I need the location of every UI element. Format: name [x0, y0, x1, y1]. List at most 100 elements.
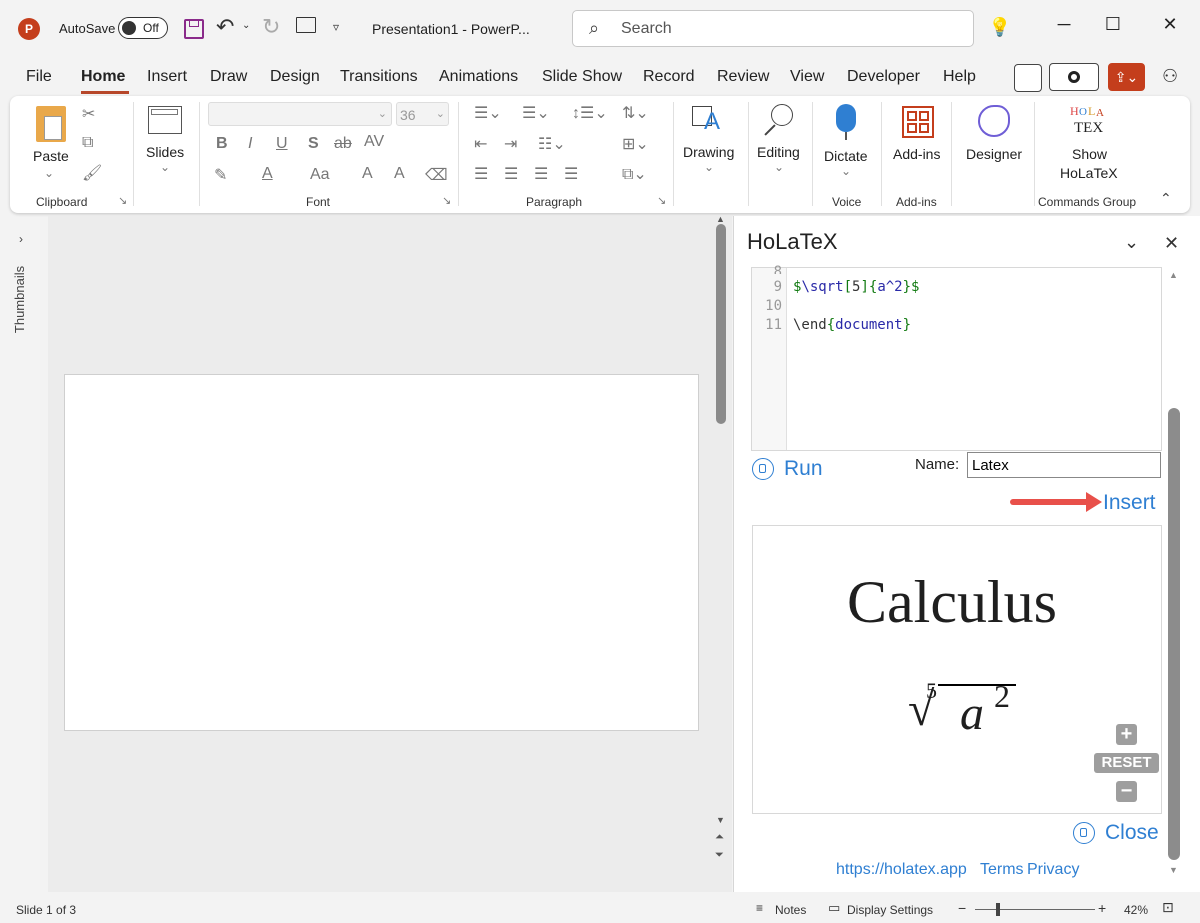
- close-window-button[interactable]: ✕: [1150, 14, 1190, 35]
- undo-dropdown-icon[interactable]: ⌄: [242, 20, 250, 31]
- menu-animations[interactable]: Animations: [439, 68, 518, 86]
- cut-icon[interactable]: ✂: [82, 104, 95, 124]
- undo-icon[interactable]: ↶: [216, 14, 234, 40]
- display-settings-button[interactable]: Display Settings: [847, 903, 933, 917]
- italic-button[interactable]: I: [248, 135, 252, 153]
- clipboard-launcher-icon[interactable]: ↘: [118, 194, 127, 207]
- zoom-in-button[interactable]: +: [1116, 724, 1137, 745]
- comments-icon[interactable]: [1014, 64, 1042, 92]
- autosave-toggle[interactable]: Off: [118, 17, 168, 39]
- paste-dropdown-icon[interactable]: ⌄: [44, 166, 54, 180]
- font-size-combo[interactable]: 36 ⌄: [396, 102, 449, 126]
- show-holatex-line2[interactable]: HoLaTeX: [1060, 165, 1118, 181]
- copy-icon[interactable]: ⧉: [82, 134, 93, 152]
- holatex-website-link[interactable]: https://holatex.app: [836, 861, 967, 879]
- shadow-button[interactable]: S: [308, 135, 319, 153]
- justify-icon[interactable]: ☰: [564, 164, 578, 184]
- menu-review[interactable]: Review: [717, 68, 769, 86]
- notes-button[interactable]: Notes: [775, 903, 806, 917]
- dictate-button[interactable]: Dictate: [824, 148, 868, 164]
- zoom-out-button[interactable]: −: [1116, 781, 1137, 802]
- pane-scrollbar-thumb[interactable]: [1168, 408, 1180, 860]
- privacy-link[interactable]: Privacy: [1027, 861, 1079, 879]
- drawing-button[interactable]: Drawing: [683, 144, 734, 160]
- menu-record[interactable]: Record: [643, 68, 695, 86]
- increase-indent-icon[interactable]: ⇥: [504, 134, 517, 154]
- numbering-icon[interactable]: ☰⌄: [522, 103, 550, 123]
- menu-file[interactable]: File: [26, 68, 52, 86]
- collapse-ribbon-icon[interactable]: ⌃: [1160, 190, 1172, 207]
- reset-button[interactable]: RESET: [1094, 753, 1159, 773]
- pane-close-icon[interactable]: ✕: [1164, 233, 1179, 254]
- menu-home[interactable]: Home: [81, 68, 125, 86]
- editing-icon[interactable]: [762, 104, 796, 138]
- name-input[interactable]: [967, 452, 1161, 478]
- highlight-icon[interactable]: ✎: [214, 165, 227, 185]
- code-line-9[interactable]: $\sqrt[5]{a^2}$: [793, 279, 919, 295]
- addins-button[interactable]: Add-ins: [893, 146, 940, 162]
- close-button[interactable]: Close: [1105, 821, 1159, 845]
- editor-scroll-up-icon[interactable]: ▲: [1169, 270, 1178, 280]
- font-launcher-icon[interactable]: ↘: [442, 194, 451, 207]
- present-icon[interactable]: [296, 17, 316, 33]
- scroll-down-icon[interactable]: ▼: [716, 815, 725, 825]
- align-center-icon[interactable]: ☰: [504, 164, 518, 184]
- code-line-11[interactable]: \end{document}: [793, 317, 911, 333]
- maximize-button[interactable]: ☐: [1093, 14, 1133, 35]
- font-color-button[interactable]: A: [262, 165, 273, 183]
- paste-icon[interactable]: [36, 106, 66, 142]
- addins-icon[interactable]: [902, 106, 934, 138]
- editing-dropdown-icon[interactable]: ⌄: [774, 160, 784, 174]
- menu-insert[interactable]: Insert: [147, 68, 187, 86]
- fit-to-window-icon[interactable]: ⊡: [1162, 899, 1174, 916]
- menu-transitions[interactable]: Transitions: [340, 68, 418, 86]
- search-box[interactable]: ⌕ Search: [572, 10, 974, 47]
- menu-developer[interactable]: Developer: [847, 68, 920, 86]
- format-painter-icon[interactable]: 🖌: [82, 163, 102, 183]
- expand-thumbnails-icon[interactable]: ›: [19, 232, 23, 246]
- character-spacing-button[interactable]: AV: [364, 133, 384, 151]
- previous-slide-icon[interactable]: ⏶: [715, 831, 724, 844]
- pane-scroll-down-icon[interactable]: ▼: [1169, 865, 1178, 875]
- run-icon[interactable]: [752, 458, 774, 480]
- line-spacing-icon[interactable]: ↕☰⌄: [572, 103, 608, 123]
- holatex-logo-icon[interactable]: H O L A TEX: [1068, 104, 1110, 138]
- bullets-icon[interactable]: ☰⌄: [474, 103, 502, 123]
- share-button[interactable]: ⇪⌄: [1108, 63, 1145, 91]
- menu-view[interactable]: View: [790, 68, 824, 86]
- slides-dropdown-icon[interactable]: ⌄: [160, 160, 170, 174]
- coauthor-icon[interactable]: ⚇: [1162, 66, 1178, 87]
- align-text-icon[interactable]: ⊞⌄: [622, 134, 649, 154]
- menu-slide-show[interactable]: Slide Show: [542, 68, 622, 86]
- columns-icon[interactable]: ☷⌄: [538, 134, 566, 154]
- menu-help[interactable]: Help: [943, 68, 976, 86]
- bold-button[interactable]: B: [216, 135, 228, 153]
- drawing-dropdown-icon[interactable]: ⌄: [704, 160, 714, 174]
- decrease-indent-icon[interactable]: ⇤: [474, 134, 487, 154]
- show-holatex-line1[interactable]: Show: [1072, 146, 1107, 162]
- redo-icon[interactable]: ↻: [262, 14, 280, 40]
- display-settings-icon[interactable]: ▭: [828, 900, 840, 916]
- run-button[interactable]: Run: [784, 457, 823, 481]
- align-left-icon[interactable]: ☰: [474, 164, 488, 184]
- smartart-icon[interactable]: ⧉⌄: [622, 164, 647, 184]
- save-icon[interactable]: [184, 19, 204, 39]
- thumbnails-label[interactable]: Thumbnails: [6, 262, 42, 342]
- paragraph-launcher-icon[interactable]: ↘: [657, 194, 666, 207]
- underline-button[interactable]: U: [276, 135, 288, 153]
- zoom-slider-thumb[interactable]: [996, 903, 1000, 916]
- font-family-combo[interactable]: ⌄: [208, 102, 392, 126]
- notes-icon[interactable]: ≡: [756, 901, 763, 915]
- menu-draw[interactable]: Draw: [210, 68, 247, 86]
- zoom-out-status-icon[interactable]: −: [958, 900, 966, 916]
- shrink-font-button[interactable]: A: [394, 165, 405, 183]
- menu-design[interactable]: Design: [270, 68, 320, 86]
- grow-font-button[interactable]: A: [362, 165, 373, 183]
- text-direction-icon[interactable]: ⇅⌄: [622, 103, 649, 123]
- slide-canvas[interactable]: [64, 374, 699, 731]
- microphone-icon[interactable]: [836, 104, 856, 132]
- zoom-slider[interactable]: [975, 909, 1095, 910]
- dictate-dropdown-icon[interactable]: ⌄: [841, 164, 851, 178]
- change-case-button[interactable]: Aa: [310, 166, 330, 184]
- pane-options-icon[interactable]: ⌄: [1124, 232, 1139, 253]
